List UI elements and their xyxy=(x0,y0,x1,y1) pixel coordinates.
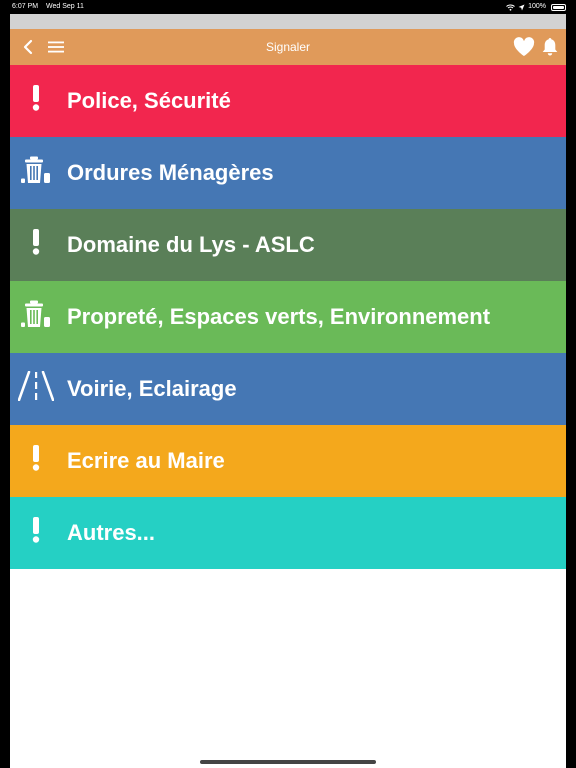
category-label: Police, Sécurité xyxy=(67,88,231,113)
wifi-icon xyxy=(506,4,515,11)
heart-icon xyxy=(513,37,535,57)
category-label: Ordures Ménagères xyxy=(67,160,274,185)
exclamation-icon xyxy=(32,445,40,477)
category-row-autres[interactable]: Autres... xyxy=(10,497,566,569)
exclamation-icon xyxy=(32,85,40,117)
trash-icon xyxy=(21,300,51,334)
back-button[interactable] xyxy=(18,37,38,57)
category-label: Propreté, Espaces verts, Environnement xyxy=(67,304,491,329)
navbar: Signaler xyxy=(10,29,566,65)
home-indicator xyxy=(200,760,376,764)
battery-icon xyxy=(551,3,566,11)
category-row-proprete-espaces-verts[interactable]: Propreté, Espaces verts, Environnement xyxy=(10,281,566,353)
category-label: Autres... xyxy=(67,520,156,545)
favorites-button[interactable] xyxy=(512,37,536,57)
chevron-left-icon xyxy=(23,39,33,55)
top-strip xyxy=(10,14,566,29)
category-label: Ecrire au Maire xyxy=(67,448,225,473)
category-row-voirie-eclairage[interactable]: Voirie, Eclairage xyxy=(10,353,566,425)
status-time: 6:07 PM xyxy=(12,3,39,10)
category-row-domaine-du-lys[interactable]: Domaine du Lys - ASLC xyxy=(10,209,566,281)
exclamation-icon xyxy=(32,517,40,549)
category-label: Domaine du Lys - ASLC xyxy=(67,232,315,257)
location-arrow-icon xyxy=(518,4,525,10)
bell-icon xyxy=(542,38,558,56)
notifications-button[interactable] xyxy=(540,37,560,57)
category-row-ecrire-au-maire[interactable]: Ecrire au Maire xyxy=(10,425,566,497)
page-title: Signaler xyxy=(265,40,311,54)
status-date: Wed Sep 11 xyxy=(46,3,84,10)
trash-icon xyxy=(21,156,51,190)
status-bar: 6:07 PM Wed Sep 11 100% xyxy=(0,0,576,14)
category-list: Police, Sécurité Ordures Ménagères Domai… xyxy=(10,65,566,569)
category-row-police-securite[interactable]: Police, Sécurité xyxy=(10,65,566,137)
hamburger-menu-icon xyxy=(48,41,64,53)
road-icon xyxy=(17,370,55,407)
category-label: Voirie, Eclairage xyxy=(67,376,237,401)
exclamation-icon xyxy=(32,229,40,261)
battery-percentage: 100% xyxy=(528,3,546,10)
category-row-ordures-menageres[interactable]: Ordures Ménagères xyxy=(10,137,566,209)
app-window: Signaler Police, Sécurité Ordures Ménagè… xyxy=(10,14,566,768)
menu-button[interactable] xyxy=(46,37,66,57)
